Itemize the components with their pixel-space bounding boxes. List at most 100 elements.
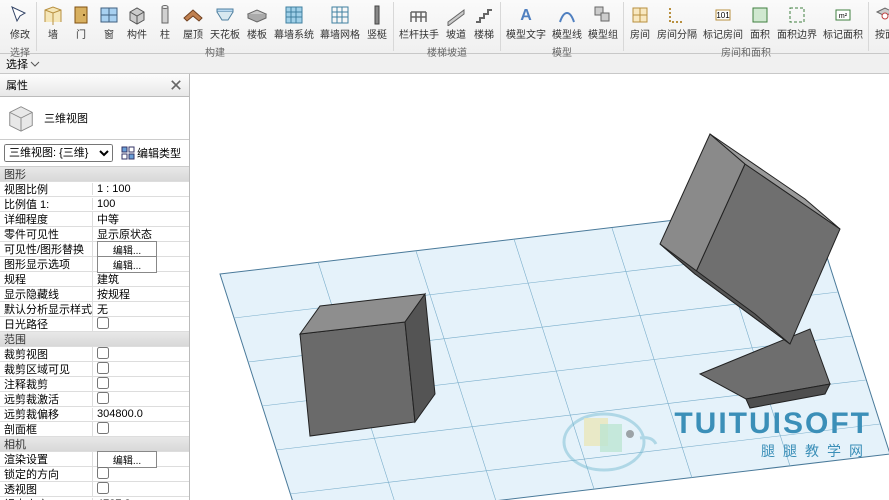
roomtag-icon: 101 [712,4,734,26]
prop-checkbox[interactable] [97,377,109,389]
prop-row[interactable]: 远剪裁偏移304800.0 [0,407,189,422]
ribbon-label: 按面 [875,26,889,41]
prop-section[interactable]: 图形 [0,167,189,182]
prop-row[interactable]: 裁剪视图 [0,347,189,362]
ribbon-floor-button[interactable]: 楼板 [243,2,271,43]
ribbon-label: 面积边界 [777,26,817,41]
roomsep-icon [666,4,688,26]
prop-checkbox[interactable] [97,347,109,359]
ribbon-label: 楼板 [247,26,267,41]
prop-key: 透视图 [0,481,92,497]
viewport-3d[interactable]: TUITUISOFT 腿腿教学网 [190,74,889,500]
ribbon-curtaingrid-button[interactable]: 幕墙网格 [317,2,363,43]
ribbon-label: 模型线 [552,26,582,41]
prop-row[interactable]: 比例值 1:100 [0,197,189,212]
prop-key: 图形显示选项 [0,256,92,272]
ribbon-modelgroup-button[interactable]: 模型组 [585,2,621,43]
prop-row[interactable]: 规程建筑 [0,272,189,287]
ribbon-group-label: 洞口 [871,43,889,60]
prop-row[interactable]: 默认分析显示样式无 [0,302,189,317]
ribbon-stair-button[interactable]: 楼梯 [470,2,498,43]
ribbon-mullion-button[interactable]: 竖梃 [363,2,391,43]
ribbon-railing-button[interactable]: 栏杆扶手 [396,2,442,43]
prop-row[interactable]: 注释裁剪 [0,377,189,392]
ribbon-label: 修改 [10,26,30,41]
ribbon-roomtag-button[interactable]: 101标记房间 [700,2,746,43]
watermark-brand: TUITUISOFT [674,407,871,441]
prop-key: 裁剪视图 [0,346,92,362]
prop-row[interactable]: 透视图 [0,482,189,497]
prop-key: 详细程度 [0,211,92,227]
prop-edit-button[interactable]: 编辑... [97,256,157,273]
prop-row[interactable]: 渲染设置编辑... [0,452,189,467]
prop-checkbox[interactable] [97,467,109,479]
svg-text:101: 101 [716,11,730,20]
ribbon-label: 幕墙网格 [320,26,360,41]
prop-value: 中等 [97,214,119,226]
close-icon[interactable] [169,78,183,92]
edit-type-label: 编辑类型 [137,145,181,161]
prop-checkbox[interactable] [97,422,109,434]
ribbon-column-button[interactable]: 柱 [151,2,179,43]
ribbon-label: 竖梃 [367,26,387,41]
prop-checkbox[interactable] [97,317,109,329]
ribbon-label: 栏杆扶手 [399,26,439,41]
modelline-icon [556,4,578,26]
properties-grid[interactable]: 图形视图比例1 : 100比例值 1:100详细程度中等零件可见性显示原状态可见… [0,167,189,500]
ribbon-modify-button[interactable]: 修改 [6,2,34,43]
prop-key: 渲染设置 [0,451,92,467]
select-dropdown[interactable]: 选择 [6,56,40,72]
prop-row[interactable]: 裁剪区域可见 [0,362,189,377]
component-icon [126,4,148,26]
prop-row[interactable]: 锁定的方向 [0,467,189,482]
prop-row[interactable]: 详细程度中等 [0,212,189,227]
ribbon-ceiling-button[interactable]: 天花板 [207,2,243,43]
properties-titlebar: 属性 [0,74,189,97]
ribbon-label: 窗 [104,26,114,41]
ribbon-roomsep-button[interactable]: 房间分隔 [654,2,700,43]
ribbon-door-button[interactable]: 门 [67,2,95,43]
prop-row[interactable]: 剖面框 [0,422,189,437]
prop-row[interactable]: 日光路径 [0,317,189,332]
prop-edit-button[interactable]: 编辑... [97,451,157,468]
ribbon-areabnd-button[interactable]: 面积边界 [774,2,820,43]
prop-value: 100 [97,198,115,210]
properties-header-text: 三维视图 [44,110,88,126]
prop-checkbox[interactable] [97,482,109,494]
prop-value: 304800.0 [97,408,143,420]
ribbon-wall-button[interactable]: 墙 [39,2,67,43]
roof-icon [182,4,204,26]
ribbon-component-button[interactable]: 构件 [123,2,151,43]
ribbon-window-button[interactable]: 窗 [95,2,123,43]
edit-type-button[interactable]: 编辑类型 [117,143,185,163]
prop-row[interactable]: 图形显示选项编辑... [0,257,189,272]
ribbon-modelline-button[interactable]: 模型线 [549,2,585,43]
ribbon-label: 房间分隔 [657,26,697,41]
areatag-icon: m² [832,4,854,26]
prop-checkbox[interactable] [97,362,109,374]
ribbon-group-label: 楼梯坡道 [396,43,498,60]
ribbon-room-button[interactable]: 房间 [626,2,654,43]
room-icon [629,4,651,26]
ribbon-roof-button[interactable]: 屋顶 [179,2,207,43]
prop-row[interactable]: 视图比例1 : 100 [0,182,189,197]
prop-section[interactable]: 范围 [0,332,189,347]
ribbon-curtain-button[interactable]: 幕墙系统 [271,2,317,43]
prop-row[interactable]: 显示隐藏线按规程 [0,287,189,302]
prop-key: 剖面框 [0,421,92,437]
prop-checkbox[interactable] [97,392,109,404]
prop-row[interactable]: 远剪裁激活 [0,392,189,407]
ribbon-area-button[interactable]: 面积 [746,2,774,43]
curtain-icon [283,4,305,26]
svg-text:m²: m² [839,13,848,20]
ribbon-byface-button[interactable]: 按面 [871,2,889,43]
ribbon-ramp-button[interactable]: 坡道 [442,2,470,43]
ribbon-label: 天花板 [210,26,240,41]
ribbon-modeltext-button[interactable]: A模型文字 [503,2,549,43]
ribbon-label: 楼梯 [474,26,494,41]
ribbon-areatag-button[interactable]: m²标记面积 [820,2,866,43]
edit-type-icon [121,146,135,160]
view-type-select[interactable]: 三维视图: {三维} [4,144,113,162]
cube-icon [6,103,36,133]
properties-header[interactable]: 三维视图 [0,97,189,140]
